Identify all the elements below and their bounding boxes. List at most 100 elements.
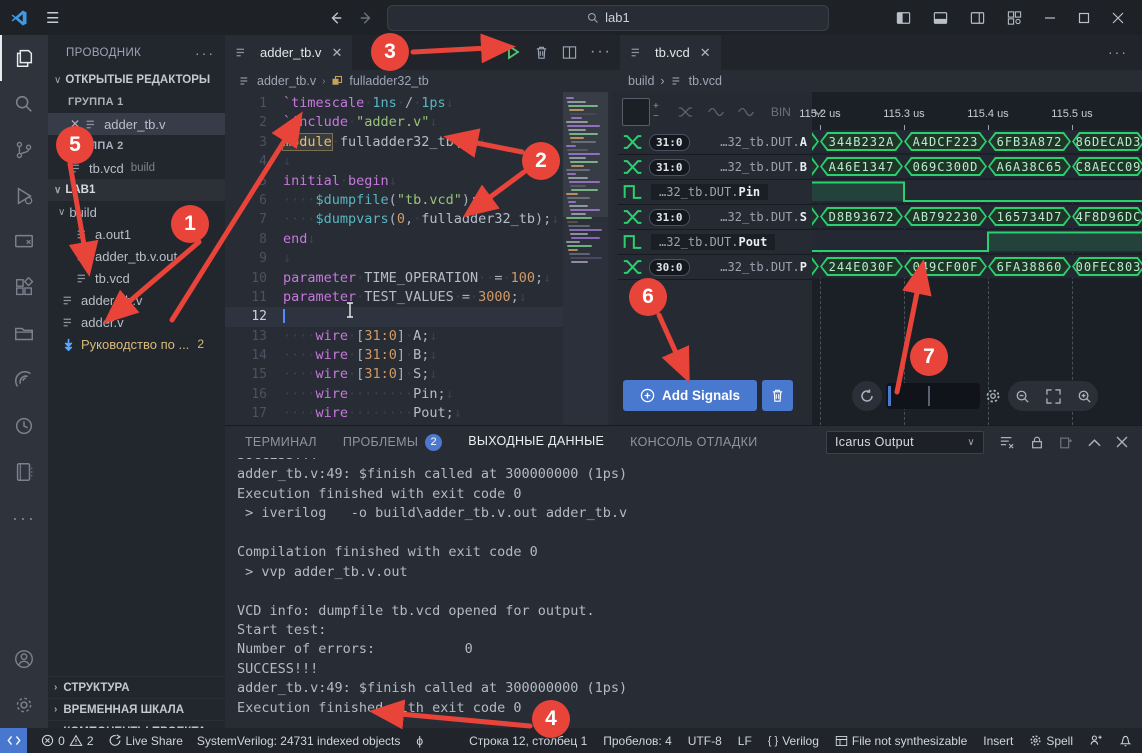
toggle-panel-icon[interactable] <box>933 11 948 25</box>
wireless-icon[interactable] <box>0 357 48 403</box>
clear-output-icon[interactable] <box>999 435 1015 449</box>
add-signals-button[interactable]: Add Signals <box>623 380 757 411</box>
signal-row-p[interactable]: 30:0…32_tb.DUT.P <box>618 255 812 280</box>
signal-row-pin[interactable]: …32_tb.DUT.Pin <box>618 180 812 205</box>
search-box[interactable]: lab1 <box>387 5 829 31</box>
tab-close-icon[interactable]: ✕ <box>331 45 342 61</box>
split-editor-icon[interactable] <box>562 45 577 60</box>
analog-wave2-icon[interactable] <box>738 106 754 118</box>
workspace-header-lab1[interactable]: ∨LAB1 <box>48 179 225 201</box>
output-channel-select[interactable]: Icarus Output∨ <box>826 431 984 454</box>
waveform-search-input[interactable] <box>622 98 650 126</box>
remove-signals-button[interactable] <box>762 380 793 411</box>
format-status[interactable]: ϕ <box>416 734 423 748</box>
open-in-editor-icon[interactable] <box>1059 435 1073 450</box>
wave-row-p[interactable]: 244E030F049CF00F6FA3886000FEC803 <box>812 255 1142 278</box>
source-control-icon[interactable] <box>0 127 48 173</box>
code-editor[interactable]: 1234567891011121314151617 `timescale·1ns… <box>225 92 612 425</box>
tab-close-icon[interactable]: ✕ <box>700 45 711 61</box>
live-share-status[interactable]: Live Share <box>108 734 183 748</box>
more-actions-icon[interactable]: ··· <box>0 495 48 541</box>
wave-row-a[interactable]: 344B232AA4DCF2236FB3A87286DECAD3 <box>812 130 1142 153</box>
tab-output[interactable]: ВЫХОДНЫЕ ДАННЫЕ <box>468 434 604 450</box>
toggle-secondary-sidebar-icon[interactable] <box>970 11 985 25</box>
signal-row-b[interactable]: 31:0…32_tb.DUT.B <box>618 155 812 180</box>
explorer-icon[interactable] <box>0 35 48 81</box>
lock-icon[interactable] <box>1030 435 1044 450</box>
tab-adder-tb[interactable]: adder_tb.v ✕ <box>225 35 352 70</box>
wave-row-b[interactable]: A46E1347069C300DA6A38C65C8AECC09 <box>812 155 1142 178</box>
synthesis-status[interactable]: File not synthesizable <box>835 734 967 748</box>
wave-row-pout[interactable] <box>812 230 1142 253</box>
encoding-status[interactable]: UTF-8 <box>688 734 722 748</box>
close-panel-icon[interactable] <box>1116 436 1128 448</box>
close-icon[interactable] <box>1112 12 1124 24</box>
customize-layout-icon[interactable] <box>1007 11 1022 25</box>
tree-item-adder-tb-v-out[interactable]: adder_tb.v.out <box>48 245 225 267</box>
minimap[interactable] <box>563 92 608 425</box>
remote-explorer-icon[interactable] <box>0 219 48 265</box>
analog-wave-icon[interactable] <box>708 106 724 118</box>
signal-row-pout[interactable]: …32_tb.DUT.Pout <box>618 230 812 255</box>
zoom-out-icon[interactable] <box>1015 389 1030 404</box>
eol-status[interactable]: LF <box>738 734 752 748</box>
indentation-status[interactable]: Пробелов: 4 <box>603 734 672 748</box>
insert-mode-status[interactable]: Insert <box>983 734 1013 748</box>
maximize-icon[interactable] <box>1078 12 1090 24</box>
reload-button[interactable] <box>852 381 882 411</box>
menu-icon[interactable]: ☰ <box>46 9 59 27</box>
notebook-icon[interactable] <box>0 449 48 495</box>
waveform-settings-gear-icon[interactable] <box>984 387 1002 405</box>
waveform-breadcrumb[interactable]: build › tb.vcd <box>612 70 1142 92</box>
value-decrement-icon[interactable]: − <box>653 112 659 122</box>
breadcrumb[interactable]: adder_tb.v › fulladder32_tb <box>225 70 612 92</box>
signal-row-s[interactable]: 31:0…32_tb.DUT.S <box>618 205 812 230</box>
spell-status[interactable]: Spell <box>1029 734 1073 748</box>
indexer-status[interactable]: SystemVerilog: 24731 indexed objects <box>197 734 400 748</box>
account-icon[interactable] <box>0 636 48 682</box>
breadcrumb-file[interactable]: tb.vcd <box>689 74 722 88</box>
sidebar-more-icon[interactable]: ··· <box>195 45 215 61</box>
breadcrumb-file[interactable]: adder_tb.v <box>257 74 316 88</box>
tab-tbvcd[interactable]: tb.vcd ✕ <box>620 35 721 70</box>
extensions-icon[interactable] <box>0 265 48 311</box>
feedback-icon[interactable] <box>1089 734 1103 747</box>
waveform-scrollbar[interactable] <box>886 383 980 409</box>
tab-problems[interactable]: ПРОБЛЕМЫ2 <box>343 434 442 451</box>
wave-row-pin[interactable] <box>812 180 1142 203</box>
zoom-fit-icon[interactable] <box>1046 389 1061 404</box>
trash-icon[interactable] <box>534 45 549 60</box>
minimize-icon[interactable] <box>1044 12 1056 24</box>
back-icon[interactable] <box>329 11 343 25</box>
bus-format-icon[interactable] <box>678 106 694 118</box>
open-editors-header[interactable]: ∨ОТКРЫТЫЕ РЕДАКТОРЫ <box>48 69 225 91</box>
tree-item-adder-v[interactable]: adder.v <box>48 311 225 333</box>
problems-status[interactable]: 0 2 <box>41 734 93 748</box>
search-icon[interactable] <box>0 81 48 127</box>
tab-debug-console[interactable]: КОНСОЛЬ ОТЛАДКИ <box>630 435 757 449</box>
sidebar-section-структура[interactable]: ›СТРУКТУРА <box>48 676 225 698</box>
more-actions-icon[interactable]: ··· <box>1108 44 1128 60</box>
tree-item--[interactable]: Руководство по ...2 <box>48 333 225 355</box>
maximize-panel-icon[interactable] <box>1088 438 1101 447</box>
history-icon[interactable] <box>0 403 48 449</box>
tab-terminal[interactable]: ТЕРМИНАЛ <box>245 435 317 449</box>
remote-indicator[interactable] <box>0 728 27 753</box>
language-status[interactable]: { }Verilog <box>768 734 819 748</box>
toggle-sidebar-icon[interactable] <box>896 11 911 25</box>
run-debug-icon[interactable] <box>0 173 48 219</box>
notifications-bell-icon[interactable] <box>1119 734 1132 747</box>
breadcrumb-folder[interactable]: build <box>628 74 654 88</box>
breadcrumb-symbol[interactable]: fulladder32_tb <box>349 74 428 88</box>
forward-icon[interactable] <box>359 11 373 25</box>
zoom-in-icon[interactable] <box>1077 389 1092 404</box>
project-manager-icon[interactable] <box>0 311 48 357</box>
signal-row-a[interactable]: 31:0…32_tb.DUT.A <box>618 130 812 155</box>
settings-gear-icon[interactable] <box>0 682 48 728</box>
more-actions-icon[interactable]: ··· <box>590 43 612 61</box>
format-select[interactable]: BIN <box>771 105 791 119</box>
tree-item-adder-tb-v[interactable]: adder_tb.v <box>48 289 225 311</box>
run-button-icon[interactable] <box>505 44 521 60</box>
cursor-position[interactable]: Строка 12, столбец 1 <box>469 734 587 748</box>
sidebar-section-временная-шкала[interactable]: ›ВРЕМЕННАЯ ШКАЛА <box>48 698 225 720</box>
